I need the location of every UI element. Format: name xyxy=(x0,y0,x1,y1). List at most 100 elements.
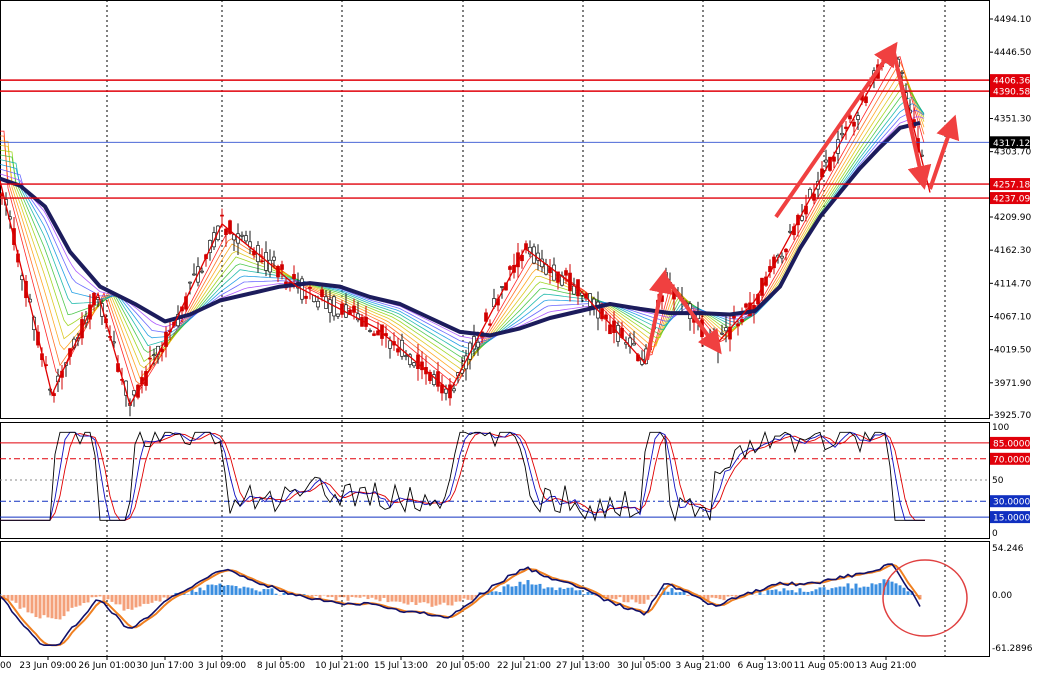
osc-histogram-bar xyxy=(802,591,806,595)
osc-histogram-bar xyxy=(414,594,418,605)
osc-histogram-bar xyxy=(126,594,130,609)
candle-body xyxy=(272,256,276,261)
osc-histogram-bar xyxy=(226,585,230,595)
candle-body xyxy=(824,159,828,163)
candle-body xyxy=(452,388,456,392)
osc-histogram-bar xyxy=(110,594,114,602)
x-axis-label: 22 Jul 21:00 xyxy=(497,661,551,671)
osc-histogram-bar xyxy=(618,594,622,598)
osc-histogram-bar xyxy=(50,594,54,619)
osc-histogram-bar xyxy=(150,594,154,603)
candle-body xyxy=(780,255,784,259)
price-axis-label: 3925.70 xyxy=(994,411,1031,421)
osc-histogram-bar xyxy=(386,594,390,603)
osc-histogram-bar xyxy=(822,587,826,595)
osc-histogram-bar xyxy=(34,594,38,618)
osc-histogram-bar xyxy=(274,593,278,595)
osc-histogram-bar xyxy=(858,587,862,595)
osc-histogram-bar xyxy=(434,594,438,606)
candle-body xyxy=(844,126,848,129)
osc-histogram-bar xyxy=(850,588,854,595)
osc-histogram-bar xyxy=(330,594,334,598)
osc-histogram-bar xyxy=(794,592,798,595)
osc-histogram-bar xyxy=(790,590,794,595)
osc-histogram-bar xyxy=(402,594,406,604)
osc-histogram-bar xyxy=(542,588,546,595)
osc-histogram-bar xyxy=(650,594,654,597)
price-axis-label: 4114.70 xyxy=(994,279,1031,289)
osc-histogram-bar xyxy=(238,588,242,595)
stoch-level-label: 85.0000 xyxy=(993,439,1030,449)
x-axis-label: 23 Jun 09:00 xyxy=(19,661,76,671)
osc-histogram-bar xyxy=(730,594,734,597)
osc-histogram-bar xyxy=(86,594,90,603)
osc-histogram-bar xyxy=(826,589,830,595)
stoch-axis-label: 100 xyxy=(992,423,1009,433)
osc-histogram-bar xyxy=(18,594,22,609)
candle-body xyxy=(304,295,308,299)
osc-histogram-bar xyxy=(866,586,870,595)
osc-histogram-bar xyxy=(854,583,858,595)
candle-body xyxy=(152,354,156,357)
osc-histogram-bar xyxy=(102,594,106,601)
candle-body xyxy=(360,317,364,327)
osc-histogram-bar xyxy=(222,585,226,595)
slow-moving-average xyxy=(0,120,921,338)
osc-histogram-bar xyxy=(450,594,454,606)
osc-histogram-bar xyxy=(158,594,162,602)
osc-histogram-bar xyxy=(338,594,342,598)
price-axis-label: 4162.30 xyxy=(994,246,1031,256)
candle-body xyxy=(716,347,720,352)
price-level-label: 4237.09 xyxy=(993,195,1030,205)
osc-histogram-bar xyxy=(526,580,530,595)
panel-frame-price xyxy=(0,0,990,419)
osc-histogram-bar xyxy=(614,594,618,600)
candle-body xyxy=(288,282,292,284)
osc-histogram-bar xyxy=(342,594,346,598)
osc-histogram-bar xyxy=(134,594,138,608)
osc-histogram-bar xyxy=(426,594,430,604)
osc-histogram-bar xyxy=(94,594,98,598)
candle-body xyxy=(704,337,708,340)
candle-body xyxy=(900,72,904,74)
osc-histogram-bar xyxy=(58,594,62,620)
osc-histogram-bar xyxy=(902,587,906,595)
osc-histogram-bar xyxy=(502,586,506,595)
candle-body xyxy=(404,355,408,357)
osc-histogram-bar xyxy=(574,590,578,595)
osc-histogram-bar xyxy=(678,592,682,595)
osc-histogram-bar xyxy=(714,594,718,599)
price-axis-label: 4446.50 xyxy=(994,48,1031,58)
candle-body xyxy=(856,115,860,120)
osc-histogram-bar xyxy=(314,594,318,596)
osc-histogram-bar xyxy=(462,594,466,599)
osc-histogram-bar xyxy=(906,591,910,595)
osc-histogram-bar xyxy=(218,583,222,595)
osc-histogram-bar xyxy=(334,594,338,601)
osc-histogram-bar xyxy=(510,586,514,595)
osc-histogram-bar xyxy=(350,594,354,598)
osc-histogram-bar xyxy=(622,594,626,603)
osc-histogram-bar xyxy=(566,587,570,595)
osc-histogram-bar xyxy=(446,594,450,606)
osc-histogram-bar xyxy=(546,587,550,595)
ribbon-ma-line xyxy=(0,61,925,385)
osc-histogram-bar xyxy=(538,583,542,595)
x-axis-label: 6 Aug 13:00 xyxy=(738,661,793,671)
candle-body xyxy=(564,270,568,276)
osc-histogram-bar xyxy=(578,590,582,595)
osc-histogram-bar xyxy=(878,583,882,595)
osc-histogram-bar xyxy=(54,594,58,620)
osc-histogram-bar xyxy=(202,590,206,595)
osc-histogram-bar xyxy=(114,594,118,605)
osc-histogram-bar xyxy=(358,594,362,598)
osc-histogram-bar xyxy=(374,594,378,600)
x-axis-label: 13 Aug 21:00 xyxy=(856,661,917,671)
osc-histogram-bar xyxy=(282,592,286,595)
osc-histogram-bar xyxy=(382,594,386,598)
candle-body xyxy=(112,341,116,344)
ribbon-ma-line xyxy=(0,103,925,349)
osc-histogram-bar xyxy=(638,594,642,604)
candle-body xyxy=(148,357,152,360)
osc-histogram-bar xyxy=(458,594,462,602)
